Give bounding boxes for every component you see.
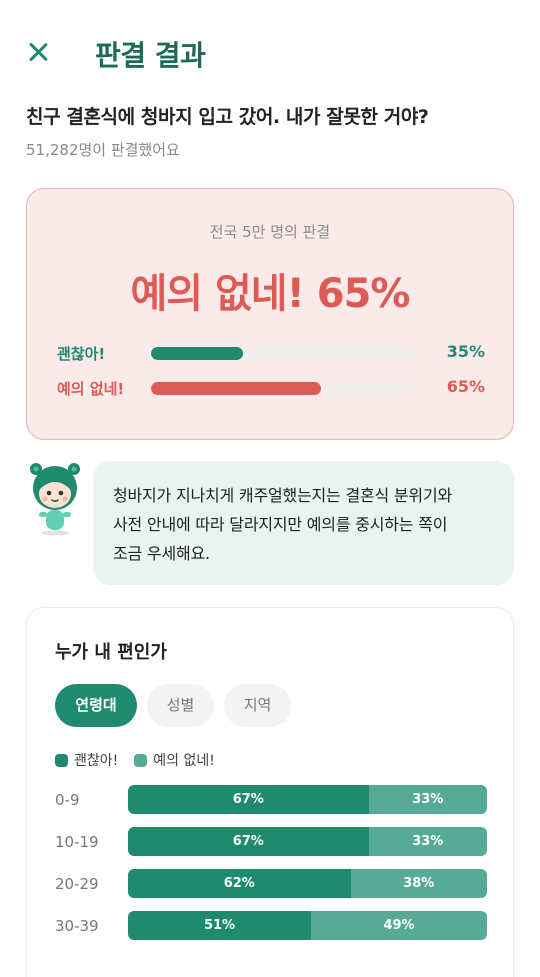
age-row: 10-19 67% 33% [55, 827, 487, 857]
tab-age[interactable]: 연령대 [55, 684, 137, 727]
verdict-rude-fill [151, 382, 322, 395]
verdict-row-ok: 괜찮아! 35% [57, 341, 485, 365]
age-bar: 62% 38% [128, 869, 487, 898]
age-bar: 67% 33% [128, 785, 487, 814]
age-bar-ok: 67% [128, 785, 369, 814]
sides-card: 누가 내 편인가 연령대 성별 지역 괜찮아! 예의 없네! 0-9 67% 3… [26, 607, 514, 977]
legend-item-ok: 괜찮아! [55, 750, 118, 770]
age-bar: 51% 49% [128, 911, 487, 940]
verdict-ok-label: 괜찮아! [57, 345, 106, 363]
close-icon[interactable] [22, 36, 54, 68]
age-row: 20-29 62% 38% [55, 869, 487, 899]
comment-line: 사전 안내에 따라 달라지지만 예의를 중시하는 쪽이 [113, 515, 448, 534]
page-title: 판결 결과 [95, 39, 206, 72]
sides-title: 누가 내 편인가 [55, 642, 167, 663]
verdict-ok-track [151, 347, 413, 360]
legend-swatch-ok [55, 753, 68, 767]
legend-item-rude: 예의 없네! [134, 750, 215, 770]
age-bar-rude: 33% [368, 827, 487, 856]
vote-count: 51,282명이 판결했어요 [26, 141, 180, 159]
legend: 괜찮아! 예의 없네! [55, 750, 231, 770]
tab-region[interactable]: 지역 [224, 684, 291, 727]
legend-label-ok: 괜찮아! [74, 753, 119, 769]
age-bar-ok: 51% [128, 911, 312, 940]
age-bar-rude: 49% [311, 911, 487, 940]
verdict-ok-fill [151, 347, 243, 360]
age-label: 30-39 [55, 917, 99, 935]
tab-gender[interactable]: 성별 [147, 684, 214, 727]
verdict-ok-percent: 35% [446, 342, 485, 361]
question-title: 친구 결혼식에 청바지 입고 갔어. 내가 잘못한 거야? [26, 106, 429, 128]
age-label: 10-19 [55, 833, 99, 851]
mascot-icon [30, 463, 80, 536]
age-bar-rude: 38% [350, 869, 487, 898]
verdict-rude-label: 예의 없네! [57, 380, 125, 398]
comment-line: 조금 우세해요. [113, 544, 210, 563]
age-bar-ok: 67% [128, 827, 369, 856]
age-bar: 67% 33% [128, 827, 487, 856]
verdict-row-rude: 예의 없네! 65% [57, 376, 485, 400]
header: 판결 결과 [0, 0, 540, 105]
legend-swatch-rude [134, 753, 148, 767]
legend-label-rude: 예의 없네! [153, 753, 215, 769]
verdict-rude-percent: 65% [446, 377, 485, 396]
age-label: 20-29 [55, 875, 99, 893]
verdict-card: 전국 5만 명의 판결 예의 없네! 65% 괜찮아! 35% 예의 없네! 6… [26, 188, 514, 440]
comment-bubble: 청바지가 지나치게 캐주얼했는지는 결혼식 분위기와 사전 안내에 따라 달라지… [93, 461, 514, 585]
age-row: 0-9 67% 33% [55, 785, 487, 815]
age-row: 30-39 51% 49% [55, 911, 487, 941]
age-label: 0-9 [55, 791, 80, 809]
verdict-headline: 예의 없네! 65% [130, 271, 410, 317]
age-bar-ok: 62% [128, 869, 351, 898]
comment-line: 청바지가 지나치게 캐주얼했는지는 결혼식 분위기와 [113, 486, 452, 505]
verdict-rude-track [151, 382, 413, 395]
age-bar-rude: 33% [368, 785, 487, 814]
verdict-caption: 전국 5만 명의 판결 [209, 223, 331, 241]
